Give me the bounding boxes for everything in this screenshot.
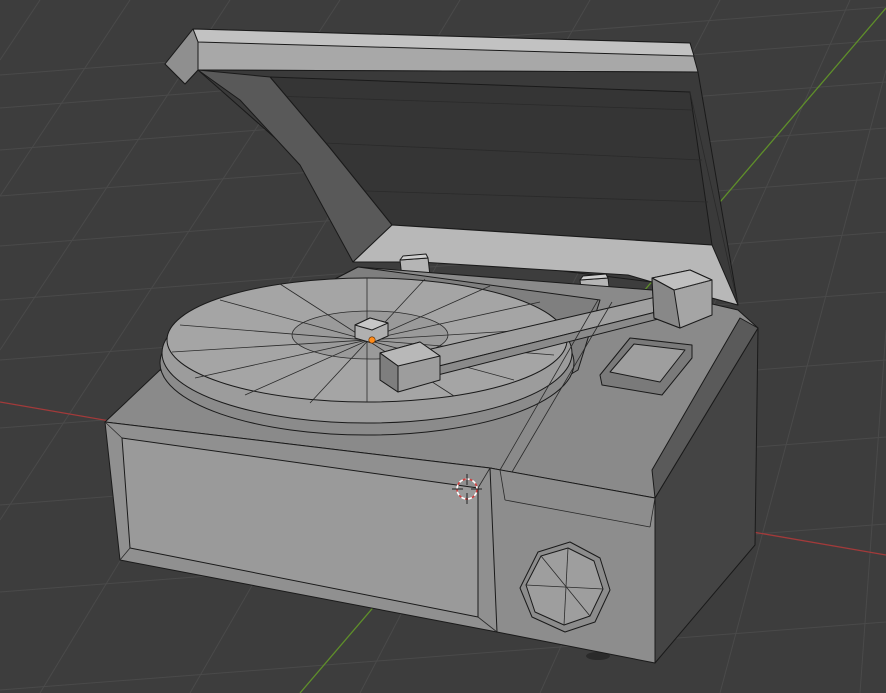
3d-viewport[interactable] bbox=[0, 0, 886, 693]
lid[interactable] bbox=[164, 28, 739, 306]
viewport-canvas[interactable] bbox=[0, 0, 886, 693]
object-origin-icon[interactable] bbox=[368, 336, 376, 344]
record-player-model[interactable] bbox=[104, 28, 759, 664]
